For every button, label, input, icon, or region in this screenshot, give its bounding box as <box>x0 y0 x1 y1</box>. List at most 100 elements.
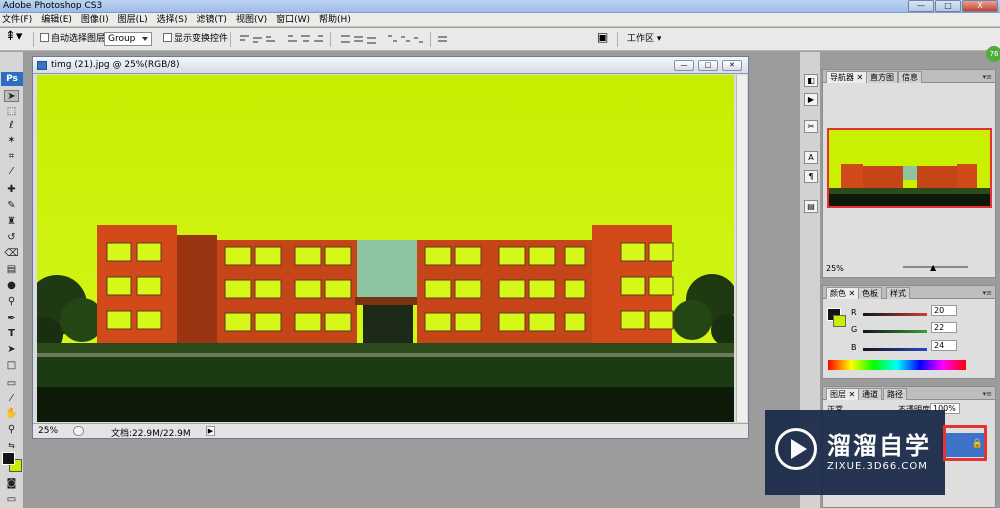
menu-view[interactable]: 视图(V) <box>236 13 267 27</box>
panel-menu-icon[interactable]: ▾≡ <box>983 73 992 81</box>
character-panel-icon[interactable]: A <box>804 151 818 164</box>
eraser-tool-icon[interactable]: ⌫ <box>4 248 19 260</box>
gradient-tool-icon[interactable]: ▤ <box>4 264 19 276</box>
layer-comps-icon[interactable]: ▤ <box>804 200 818 213</box>
history-brush-tool-icon[interactable]: ↺ <box>4 232 19 244</box>
workspace-button[interactable]: 工作区 ▾ <box>627 33 661 45</box>
tab-channels[interactable]: 通道 <box>858 388 882 400</box>
tab-paths[interactable]: 路径 <box>883 388 907 400</box>
menu-help[interactable]: 帮助(H) <box>319 13 351 27</box>
shape-tool-icon[interactable]: □ <box>4 360 19 372</box>
color-bg-swatch[interactable] <box>833 315 846 327</box>
r-slider[interactable] <box>863 313 927 316</box>
b-slider[interactable] <box>863 348 927 351</box>
b-label: B <box>851 343 857 352</box>
tab-swatches[interactable]: 色板 <box>858 287 882 299</box>
menu-layer[interactable]: 图层(L) <box>118 13 148 27</box>
move-tool-icon[interactable]: ➤ <box>4 90 19 102</box>
foreground-color-swatch[interactable] <box>2 452 15 465</box>
zoom-tool-icon[interactable]: ⚲ <box>4 424 19 436</box>
pen-tool-icon[interactable]: ✒ <box>4 313 19 325</box>
menu-select[interactable]: 选择(S) <box>157 13 188 27</box>
distribute-right-icon[interactable] <box>413 34 424 44</box>
color-spectrum-bar[interactable] <box>828 360 966 370</box>
hand-tool-icon[interactable]: ✋ <box>4 408 19 420</box>
tab-color[interactable]: 颜色 ✕ <box>826 287 860 299</box>
menu-file[interactable]: 文件(F) <box>2 13 32 27</box>
crop-tool-icon[interactable]: ⌗ <box>4 151 19 163</box>
paragraph-panel-icon[interactable]: ¶ <box>804 170 818 183</box>
show-transform-checkbox[interactable]: 显示变换控件 <box>163 33 228 45</box>
slice-tool-icon[interactable]: ⁄ <box>4 166 19 178</box>
auto-select-checkbox[interactable]: 自动选择图层 <box>40 33 105 45</box>
history-panel-icon[interactable]: ◧ <box>804 74 818 87</box>
healing-brush-tool-icon[interactable]: ✚ <box>4 184 19 196</box>
doc-maximize-button[interactable]: □ <box>698 60 718 71</box>
align-left-icon[interactable] <box>287 34 298 44</box>
g-label: G <box>851 325 858 334</box>
magic-wand-tool-icon[interactable]: ✶ <box>4 135 19 147</box>
tab-info[interactable]: 信息 <box>898 71 922 83</box>
move-tool-preset-icon[interactable]: ⇞▾ <box>5 30 22 43</box>
distribute-hcenter-icon[interactable] <box>400 34 411 44</box>
clone-stamp-tool-icon[interactable]: ♜ <box>4 216 19 228</box>
image-canvas[interactable] <box>37 75 734 422</box>
navigator-zoom[interactable]: 25% <box>826 264 844 273</box>
align-bottom-icon[interactable] <box>265 34 276 44</box>
g-value[interactable]: 22 <box>931 322 957 333</box>
tool-presets-icon[interactable]: ✂ <box>804 120 818 133</box>
tab-histogram[interactable]: 直方图 <box>866 71 898 83</box>
distribute-top-icon[interactable] <box>340 34 351 44</box>
eyedropper-tool-icon[interactable]: ⁄ <box>4 393 19 405</box>
minimize-button[interactable]: — <box>908 0 934 12</box>
close-button[interactable]: X <box>962 0 998 12</box>
marquee-tool-icon[interactable]: ⬚ <box>4 106 19 118</box>
slider-thumb-icon[interactable]: ▲ <box>930 263 936 272</box>
lasso-tool-icon[interactable]: ℓ <box>4 120 19 132</box>
doc-minimize-button[interactable]: — <box>674 60 694 71</box>
quick-mask-icon[interactable]: ◙ <box>4 478 19 490</box>
distribute-vcenter-icon[interactable] <box>353 34 364 44</box>
tab-styles[interactable]: 样式 <box>886 287 910 299</box>
blur-tool-icon[interactable]: ● <box>4 280 19 292</box>
type-tool-icon[interactable]: T <box>4 328 19 340</box>
swap-colors-icon[interactable]: ⇆ <box>4 440 19 452</box>
panel-menu-icon[interactable]: ▾≡ <box>983 289 992 297</box>
maximize-button[interactable]: □ <box>935 0 961 12</box>
dodge-tool-icon[interactable]: ⚲ <box>4 296 19 308</box>
brush-tool-icon[interactable]: ✎ <box>4 200 19 212</box>
menu-image[interactable]: 图像(I) <box>81 13 109 27</box>
watermark-subtitle: ZIXUE.3D66.COM <box>827 461 928 472</box>
title-bar: Adobe Photoshop CS3 — □ X <box>0 0 1000 13</box>
auto-align-icon[interactable] <box>437 34 448 44</box>
status-options-icon[interactable] <box>73 426 84 436</box>
doc-close-button[interactable]: ✕ <box>722 60 742 71</box>
tab-layers[interactable]: 图层 ✕ <box>826 388 860 400</box>
layers-tabs: 图层 ✕ 通道 路径 ▾≡ <box>823 387 995 400</box>
align-right-icon[interactable] <box>313 34 324 44</box>
camera-icon[interactable]: ▣ <box>597 31 608 43</box>
align-vcenter-icon[interactable] <box>252 34 263 44</box>
zoom-level[interactable]: 25% <box>38 426 58 436</box>
g-slider[interactable] <box>863 330 927 333</box>
distribute-left-icon[interactable] <box>387 34 398 44</box>
tab-navigator[interactable]: 导航器 ✕ <box>826 71 868 83</box>
notes-tool-icon[interactable]: ▭ <box>4 378 19 390</box>
align-hcenter-icon[interactable] <box>300 34 311 44</box>
status-menu-arrow-icon[interactable]: ▶ <box>206 426 215 436</box>
r-value[interactable]: 20 <box>931 305 957 316</box>
menu-edit[interactable]: 编辑(E) <box>41 13 72 27</box>
panel-menu-icon[interactable]: ▾≡ <box>983 390 992 398</box>
actions-panel-icon[interactable]: ▶ <box>804 93 818 106</box>
b-value[interactable]: 24 <box>931 340 957 351</box>
menu-window[interactable]: 窗口(W) <box>276 13 310 27</box>
path-selection-tool-icon[interactable]: ➤ <box>4 344 19 356</box>
screen-mode-icon[interactable]: ▭ <box>4 494 19 506</box>
auto-select-mode-dropdown[interactable]: Group <box>104 32 152 46</box>
align-top-icon[interactable] <box>239 34 250 44</box>
menu-bar: 文件(F) 编辑(E) 图像(I) 图层(L) 选择(S) 滤镜(T) 视图(V… <box>0 13 1000 27</box>
navigator-preview[interactable] <box>827 128 992 208</box>
vertical-scrollbar[interactable] <box>736 75 747 422</box>
menu-filter[interactable]: 滤镜(T) <box>196 13 227 27</box>
distribute-bottom-icon[interactable] <box>366 34 377 44</box>
